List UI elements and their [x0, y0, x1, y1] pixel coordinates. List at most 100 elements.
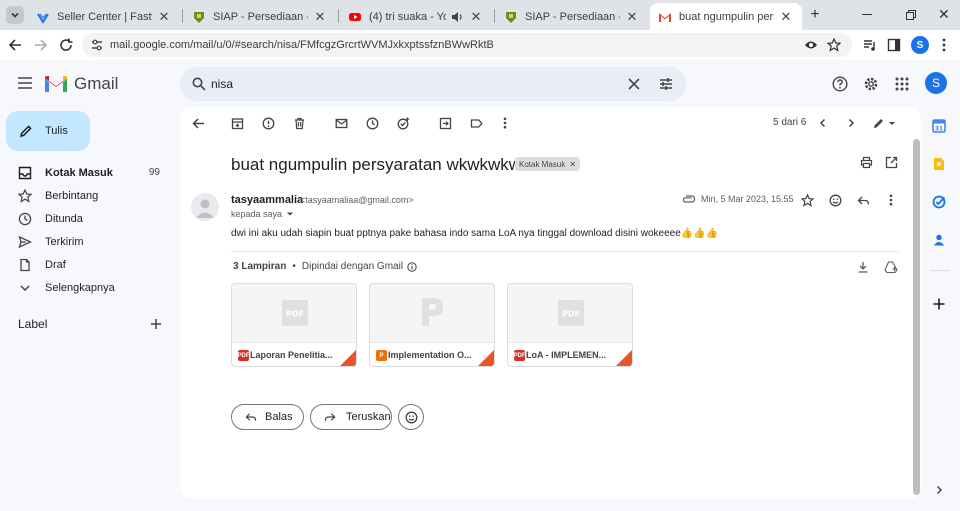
download-all-button[interactable]	[852, 256, 874, 278]
info-icon[interactable]	[407, 261, 417, 272]
browser-menu-button[interactable]	[934, 35, 954, 55]
open-new-window-button[interactable]	[880, 151, 902, 173]
back-to-list-button[interactable]	[187, 112, 209, 134]
browser-tab-fastwork[interactable]: Seller Center | Fastwork.id ✕	[28, 3, 180, 30]
restore-button[interactable]	[906, 10, 916, 20]
star-email-button[interactable]	[796, 189, 818, 211]
bookmark-star-icon[interactable]	[827, 38, 841, 52]
forward-button[interactable]: Teruskan	[310, 404, 392, 430]
attachment-card[interactable]: PDF PDF Laporan Penelitia...	[231, 283, 357, 367]
scrollbar-thumb[interactable]	[913, 139, 920, 495]
speaker-icon[interactable]	[450, 10, 464, 24]
account-avatar[interactable]: S	[925, 72, 947, 94]
more-actions-button[interactable]	[494, 112, 516, 134]
reply-icon-button[interactable]	[852, 189, 874, 211]
save-to-drive-button[interactable]	[880, 256, 902, 278]
sidebar-item-more[interactable]: Selengkapnya	[0, 276, 170, 299]
expand-panel-button[interactable]	[928, 479, 950, 501]
label-icon	[470, 118, 483, 128]
recipient-details[interactable]: kepada saya	[231, 209, 294, 219]
sidebar-item-snoozed[interactable]: Ditunda	[0, 207, 170, 230]
input-tools-button[interactable]	[870, 112, 900, 134]
sidebar-item-starred[interactable]: Berbintang	[0, 184, 170, 207]
reply-button[interactable]: Balas	[231, 404, 304, 430]
archive-button[interactable]	[226, 112, 248, 134]
reload-button[interactable]	[56, 35, 76, 55]
label-button[interactable]	[465, 112, 487, 134]
add-label-button[interactable]	[145, 313, 167, 335]
snooze-button[interactable]	[361, 112, 383, 134]
sender-avatar[interactable]	[191, 193, 219, 221]
browser-profile-avatar[interactable]: S	[911, 36, 929, 54]
label-chip[interactable]: Kotak Masuk ✕	[515, 157, 580, 171]
browser-tab-siap-1[interactable]: SIAP - Persediaan - Puskesm ✕	[184, 3, 336, 30]
close-window-button[interactable]: ✕	[938, 6, 952, 22]
contacts-app-button[interactable]	[928, 229, 950, 251]
main-menu-button[interactable]	[14, 72, 36, 94]
clock-icon	[366, 117, 378, 129]
gmail-logo[interactable]: Gmail	[44, 72, 118, 96]
older-button[interactable]	[840, 112, 862, 134]
add-to-tasks-button[interactable]	[392, 112, 414, 134]
search-options-icon[interactable]	[659, 77, 673, 91]
tab-close-icon[interactable]: ✕	[312, 9, 328, 25]
message-more-button[interactable]	[880, 189, 902, 211]
calendar-app-button[interactable]: 31	[928, 115, 950, 137]
newer-button[interactable]	[812, 112, 834, 134]
tab-close-icon[interactable]: ✕	[156, 9, 172, 25]
search-bar[interactable]: nisa	[180, 67, 686, 101]
search-input[interactable]: nisa	[211, 77, 233, 91]
plus-icon	[151, 319, 161, 329]
sidebar-item-label: Draf	[45, 258, 66, 271]
caret-down-icon	[287, 212, 294, 216]
forward-button[interactable]	[31, 35, 51, 55]
media-control-button[interactable]	[860, 35, 880, 55]
back-button[interactable]	[5, 35, 25, 55]
divider	[231, 251, 899, 252]
tasks-app-button[interactable]	[928, 191, 950, 213]
chevron-right-icon	[936, 485, 943, 495]
move-to-button[interactable]	[434, 112, 456, 134]
mark-unread-button[interactable]	[330, 112, 352, 134]
sender-name[interactable]: tasyaammalia	[231, 194, 303, 206]
report-spam-button[interactable]	[257, 112, 279, 134]
help-button[interactable]	[829, 73, 851, 95]
sender-email: <tasyaamaliaa@gmail.com>	[300, 195, 414, 205]
browser-tab-youtube[interactable]: (4) tri suaka - YouTube ✕	[340, 3, 492, 30]
site-settings-icon[interactable]	[90, 38, 104, 52]
tab-close-icon[interactable]: ✕	[468, 9, 484, 25]
playlist-icon	[864, 40, 875, 51]
sidebar-item-sent[interactable]: Terkirim	[0, 230, 170, 253]
sidebar-item-inbox[interactable]: Kotak Masuk 99	[0, 161, 170, 184]
attachment-card[interactable]: P Implementation O...	[369, 283, 495, 367]
tab-close-icon[interactable]: ✕	[778, 9, 794, 25]
sidebar-item-label: Selengkapnya	[45, 281, 115, 294]
add-reaction-button[interactable]	[824, 189, 846, 211]
clear-search-icon[interactable]	[628, 78, 640, 90]
browser-tab-gmail[interactable]: buat ngumpulin persyaratan ✕	[650, 3, 802, 30]
get-addons-button[interactable]	[928, 293, 950, 315]
svg-text:31: 31	[935, 126, 943, 133]
keep-app-button[interactable]	[928, 153, 950, 175]
compose-button[interactable]: Tulis	[6, 111, 90, 151]
browser-tab-siap-2[interactable]: SIAP - Persediaan - Puskesm ✕	[496, 3, 648, 30]
tab-search-button[interactable]	[6, 6, 24, 24]
print-button[interactable]	[855, 151, 877, 173]
apps-button[interactable]	[891, 73, 913, 95]
new-tab-button[interactable]: +	[806, 7, 824, 25]
remove-label-icon[interactable]: ✕	[569, 160, 576, 169]
emoji-icon	[829, 194, 841, 206]
attachment-card[interactable]: PDF PDF LoA - IMPLEMEN...	[507, 283, 633, 367]
settings-button[interactable]	[860, 73, 882, 95]
tab-close-icon[interactable]: ✕	[624, 9, 640, 25]
delete-button[interactable]	[288, 112, 310, 134]
sidebar-item-drafts[interactable]: Draf	[0, 253, 170, 276]
search-icon[interactable]	[192, 77, 206, 91]
minimize-button[interactable]	[862, 14, 872, 15]
eye-icon[interactable]	[804, 38, 818, 52]
emoji-icon	[405, 411, 417, 423]
reaction-button[interactable]	[398, 404, 424, 430]
address-bar[interactable]: mail.google.com/mail/u/0/#search/nisa/FM…	[82, 33, 852, 57]
side-panel-button[interactable]	[884, 35, 904, 55]
attachment-clip-icon	[682, 195, 696, 203]
